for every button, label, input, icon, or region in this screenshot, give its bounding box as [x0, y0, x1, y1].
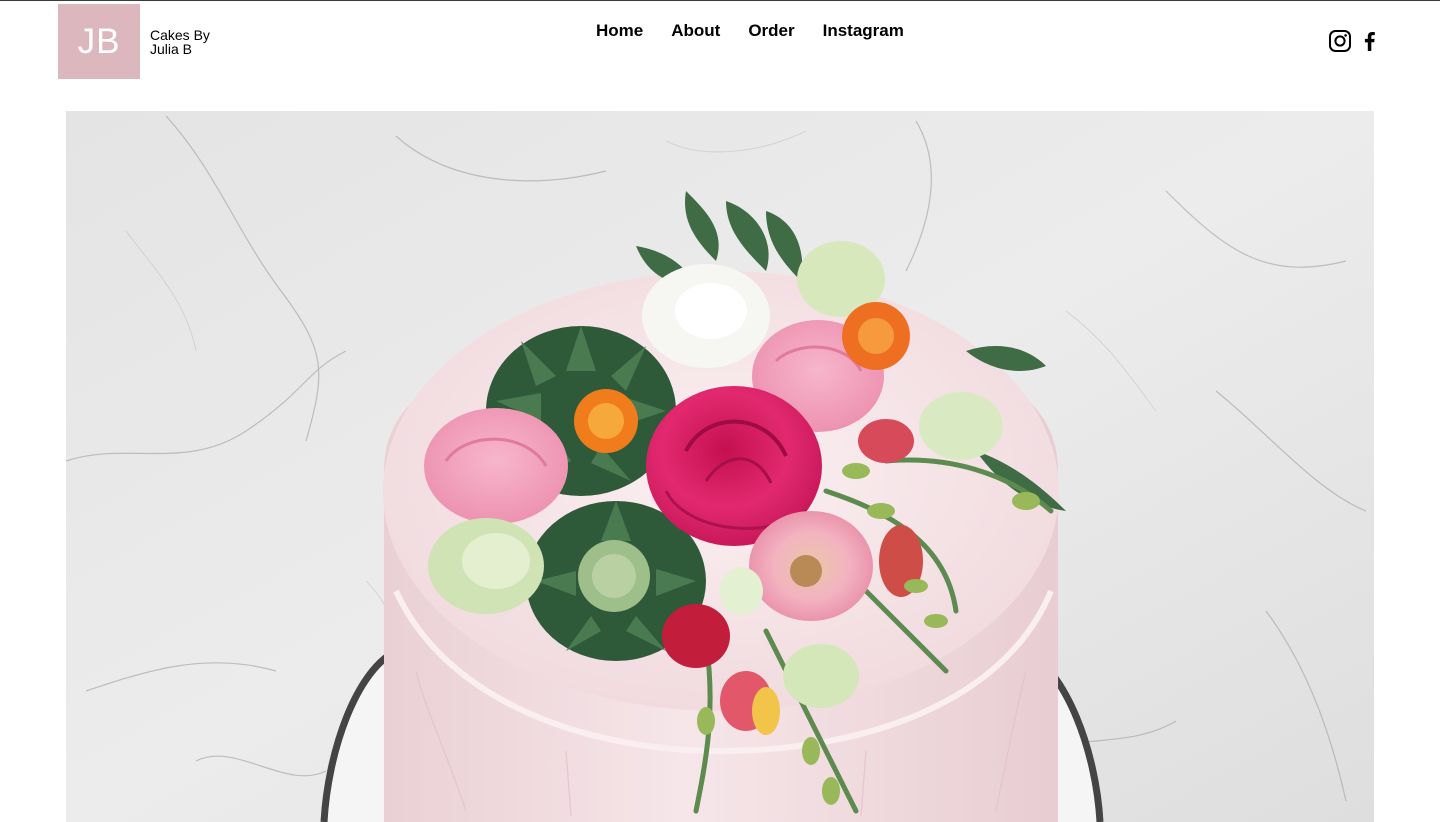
- main-nav: Home About Order Instagram: [582, 20, 918, 42]
- logo[interactable]: JB: [58, 4, 140, 79]
- hero-image: [66, 111, 1374, 822]
- top-divider: [0, 0, 1440, 1]
- nav-home[interactable]: Home: [582, 20, 657, 42]
- nav-instagram[interactable]: Instagram: [809, 20, 918, 42]
- instagram-icon[interactable]: [1328, 29, 1352, 53]
- nav-about[interactable]: About: [657, 20, 734, 42]
- brand-line-1: Cakes By: [150, 27, 210, 43]
- cake-photo: [66, 111, 1374, 822]
- social-bar: [1328, 29, 1382, 53]
- facebook-icon[interactable]: [1358, 29, 1382, 53]
- nav-order[interactable]: Order: [734, 20, 808, 42]
- brand-line-2: Julia B: [150, 41, 193, 57]
- brand-name[interactable]: Cakes By Julia B: [150, 28, 210, 56]
- page: JB Cakes By Julia B Home About Order Ins…: [0, 0, 1440, 822]
